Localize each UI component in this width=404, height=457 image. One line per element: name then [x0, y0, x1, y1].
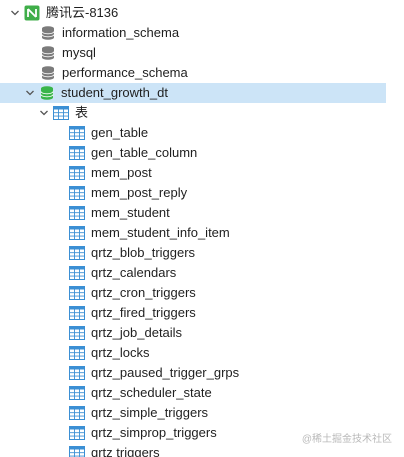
- table-row[interactable]: qrtz_cron_triggers: [0, 283, 386, 303]
- database-label: student_growth_dt: [61, 85, 168, 100]
- table-row[interactable]: mem_student_info_item: [0, 223, 386, 243]
- table-label: qrtz triggers: [91, 445, 160, 457]
- table-label: qrtz_locks: [91, 345, 150, 360]
- table-label: qrtz_job_details: [91, 325, 183, 340]
- table-icon: [69, 205, 85, 221]
- database-label: information_schema: [62, 25, 180, 40]
- navigator-tree: 腾讯云-8136 information_schema mysql perfor…: [0, 0, 404, 457]
- table-label: mem_post_reply: [91, 185, 188, 200]
- table-icon: [69, 325, 85, 341]
- database-icon: [40, 65, 56, 81]
- table-label: qrtz_simprop_triggers: [91, 425, 217, 440]
- database-icon: [40, 25, 56, 41]
- table-label: mem_student: [91, 205, 170, 220]
- chevron-down-icon[interactable]: [24, 87, 36, 99]
- connection-label: 腾讯云-8136: [46, 5, 119, 20]
- table-icon: [69, 425, 85, 441]
- table-row[interactable]: mem_post: [0, 163, 386, 183]
- table-icon: [69, 185, 85, 201]
- table-label: qrtz_simple_triggers: [91, 405, 209, 420]
- table-row[interactable]: qrtz_job_details: [0, 323, 386, 343]
- table-icon: [69, 125, 85, 141]
- database-row[interactable]: information_schema: [0, 23, 386, 43]
- table-label: qrtz_paused_trigger_grps: [91, 365, 240, 380]
- table-row[interactable]: gen_table: [0, 123, 386, 143]
- database-icon: [40, 45, 56, 61]
- table-row[interactable]: mem_student: [0, 203, 386, 223]
- table-icon: [69, 145, 85, 161]
- table-icon: [69, 365, 85, 381]
- table-label: gen_table: [91, 125, 149, 140]
- watermark: @稀土掘金技术社区: [301, 434, 392, 445]
- table-label: qrtz_fired_triggers: [91, 305, 196, 320]
- table-row[interactable]: qrtz_scheduler_state: [0, 383, 386, 403]
- table-row[interactable]: gen_table_column: [0, 143, 386, 163]
- database-label: performance_schema: [62, 65, 188, 80]
- table-row[interactable]: qrtz_paused_trigger_grps: [0, 363, 386, 383]
- table-icon: [69, 225, 85, 241]
- table-row[interactable]: qrtz triggers: [0, 443, 386, 457]
- table-icon: [69, 245, 85, 261]
- table-group-icon: [53, 105, 69, 121]
- scrollbar-thumb[interactable]: [395, 90, 401, 240]
- table-icon: [69, 265, 85, 281]
- tables-group-label: 表: [75, 105, 89, 120]
- table-row[interactable]: qrtz_fired_triggers: [0, 303, 386, 323]
- database-row[interactable]: performance_schema: [0, 63, 386, 83]
- table-label: gen_table_column: [91, 145, 198, 160]
- connection-icon: [24, 5, 40, 21]
- table-icon: [69, 165, 85, 181]
- table-label: mem_student_info_item: [91, 225, 230, 240]
- scrollbar[interactable]: [390, 0, 404, 457]
- database-row[interactable]: mysql: [0, 43, 386, 63]
- table-icon: [69, 405, 85, 421]
- table-label: qrtz_cron_triggers: [91, 285, 196, 300]
- database-label: mysql: [62, 45, 96, 60]
- table-label: qrtz_scheduler_state: [91, 385, 212, 400]
- table-label: qrtz_calendars: [91, 265, 177, 280]
- database-icon: [39, 85, 55, 101]
- table-label: mem_post: [91, 165, 152, 180]
- table-row[interactable]: qrtz_locks: [0, 343, 386, 363]
- table-row[interactable]: mem_post_reply: [0, 183, 386, 203]
- table-row[interactable]: qrtz_blob_triggers: [0, 243, 386, 263]
- table-row[interactable]: qrtz_calendars: [0, 263, 386, 283]
- table-icon: [69, 385, 85, 401]
- table-icon: [69, 345, 85, 361]
- table-label: qrtz_blob_triggers: [91, 245, 196, 260]
- table-icon: [69, 285, 85, 301]
- table-icon: [69, 445, 85, 457]
- chevron-down-icon[interactable]: [38, 107, 50, 119]
- tables-group-row[interactable]: 表: [0, 103, 386, 123]
- connection-row[interactable]: 腾讯云-8136: [0, 3, 386, 23]
- table-row[interactable]: qrtz_simple_triggers: [0, 403, 386, 423]
- chevron-down-icon[interactable]: [9, 7, 21, 19]
- table-icon: [69, 305, 85, 321]
- database-row-selected[interactable]: student_growth_dt: [0, 83, 386, 103]
